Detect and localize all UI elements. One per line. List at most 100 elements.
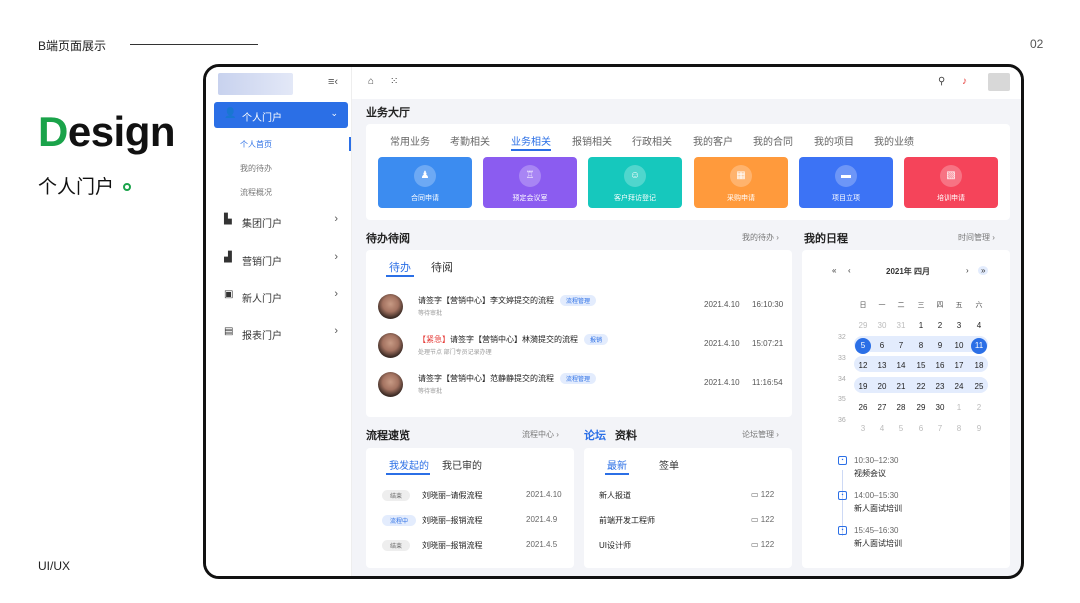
sidebar-subitem-todo[interactable]: 我的待办 bbox=[240, 163, 272, 174]
tab-reimburse[interactable]: 报销相关 bbox=[572, 133, 612, 148]
materials-title[interactable]: 资料 bbox=[615, 427, 637, 443]
apps-icon[interactable]: ⁙ bbox=[390, 76, 398, 87]
process-name[interactable]: 刘晓丽–请假流程 bbox=[422, 490, 482, 501]
calendar-day[interactable]: 1 bbox=[912, 318, 930, 334]
todo-row[interactable]: 请签字【营销中心】范静静提交的流程 流程管理 等待审批 2021.4.10 11:… bbox=[366, 370, 792, 406]
calendar-day[interactable]: 16 bbox=[931, 358, 949, 374]
calendar-day[interactable]: 8 bbox=[912, 338, 930, 354]
calendar-day[interactable]: 21 bbox=[892, 379, 910, 395]
calendar-day[interactable]: 30 bbox=[873, 318, 891, 334]
calendar-day[interactable]: 5 bbox=[855, 338, 871, 354]
calendar-day[interactable]: 18 bbox=[970, 358, 988, 374]
calendar-day[interactable]: 24 bbox=[950, 379, 968, 395]
calendar-day[interactable]: 14 bbox=[892, 358, 910, 374]
link-label: 时间管理 bbox=[958, 233, 990, 242]
calendar-day[interactable]: 25 bbox=[970, 379, 988, 395]
calendar-day[interactable]: 28 bbox=[892, 400, 910, 416]
sidebar-item-newcomer[interactable]: ▣ 新人门户 › bbox=[214, 285, 348, 307]
calendar-day[interactable]: 2 bbox=[970, 400, 988, 416]
calendar-day[interactable]: 26 bbox=[854, 400, 872, 416]
calendar-day[interactable]: 11 bbox=[971, 338, 987, 354]
sidebar-item-marketing[interactable]: ▟ 营销门户 › bbox=[214, 248, 348, 270]
tab-latest[interactable]: 最新 bbox=[607, 457, 627, 472]
sidebar-item-personal-portal[interactable]: 👤 个人门户 ⌄ bbox=[214, 102, 348, 128]
calendar-day[interactable]: 20 bbox=[873, 379, 891, 395]
prev-month-icon[interactable]: ‹ bbox=[848, 266, 851, 275]
tile-client-visit[interactable]: ☺ 客户拜访登记 bbox=[588, 157, 682, 208]
tab-common[interactable]: 常用业务 bbox=[390, 133, 430, 148]
calendar-day[interactable]: 12 bbox=[854, 358, 872, 374]
sidebar-item-report[interactable]: ▤ 报表门户 › bbox=[214, 322, 348, 344]
todo-row[interactable]: 请签字【营销中心】李文婷提交的流程 流程管理 等待审批 2021.4.10 16:… bbox=[366, 292, 792, 328]
calendar-day[interactable]: 3 bbox=[854, 421, 872, 437]
calendar-day[interactable]: 27 bbox=[873, 400, 891, 416]
process-center-link[interactable]: 流程中心 › bbox=[522, 429, 559, 440]
forum-title[interactable]: 论坛 bbox=[584, 427, 606, 443]
calendar-day[interactable]: 9 bbox=[931, 338, 949, 354]
tile-book-room[interactable]: ♖ 预定会议室 bbox=[483, 157, 577, 208]
calendar-day[interactable]: 29 bbox=[854, 318, 872, 334]
tab-attendance[interactable]: 考勤相关 bbox=[450, 133, 490, 148]
process-name[interactable]: 刘晓丽–报销流程 bbox=[422, 540, 482, 551]
tab-signed[interactable]: 签单 bbox=[659, 457, 679, 472]
collapse-menu-icon[interactable]: ≡‹ bbox=[328, 76, 338, 88]
process-name[interactable]: 刘晓丽–报销流程 bbox=[422, 515, 482, 526]
calendar-day[interactable]: 22 bbox=[912, 379, 930, 395]
tab-business[interactable]: 业务相关 bbox=[511, 133, 551, 148]
tab-toread[interactable]: 待阅 bbox=[431, 259, 453, 275]
sidebar-item-group[interactable]: ▙ 集团门户 › bbox=[214, 210, 348, 232]
calendar-day[interactable]: 17 bbox=[950, 358, 968, 374]
prev-year-icon[interactable]: « bbox=[832, 266, 836, 275]
tile-purchase[interactable]: ▦ 采购申请 bbox=[694, 157, 788, 208]
forum-management-link[interactable]: 论坛管理 › bbox=[742, 429, 779, 440]
sidebar-subitem-home[interactable]: 个人首页 bbox=[240, 139, 272, 150]
calendar-day[interactable]: 10 bbox=[950, 338, 968, 354]
calendar-day[interactable]: 30 bbox=[931, 400, 949, 416]
calendar-day[interactable]: 2 bbox=[931, 318, 949, 334]
comment-icon: ▭ bbox=[751, 515, 759, 524]
avatar[interactable] bbox=[988, 73, 1010, 91]
calendar-day[interactable]: 1 bbox=[950, 400, 968, 416]
bell-icon[interactable]: ♪ bbox=[962, 76, 967, 87]
todo-title-text: 请签字【营销中心】李文婷提交的流程 bbox=[418, 296, 554, 305]
tab-initiated[interactable]: 我发起的 bbox=[389, 457, 429, 472]
sidebar-subitem-process[interactable]: 流程概况 bbox=[240, 187, 272, 198]
calendar-day[interactable]: 15 bbox=[912, 358, 930, 374]
calendar-day[interactable]: 5 bbox=[892, 421, 910, 437]
todo-row[interactable]: 【紧急】请签字【营销中心】林漪提交的流程 报销 处理节点 部门专员记录办理 202… bbox=[366, 331, 792, 367]
calendar-day[interactable]: 7 bbox=[892, 338, 910, 354]
calendar-day[interactable]: 8 bbox=[950, 421, 968, 437]
next-month-icon[interactable]: › bbox=[966, 266, 969, 275]
tab-customers[interactable]: 我的客户 bbox=[693, 133, 733, 148]
calendar-day[interactable]: 7 bbox=[931, 421, 949, 437]
home-icon[interactable]: ⌂ bbox=[368, 76, 374, 87]
tab-admin[interactable]: 行政相关 bbox=[632, 133, 672, 148]
tab-reviewed[interactable]: 我已审的 bbox=[442, 457, 482, 472]
calendar-day[interactable]: 6 bbox=[912, 421, 930, 437]
time-management-link[interactable]: 时间管理 › bbox=[958, 232, 995, 243]
next-year-icon[interactable]: » bbox=[978, 266, 989, 275]
forum-topic[interactable]: UI设计师 bbox=[599, 540, 631, 551]
todo-subtitle: 等待审批 bbox=[418, 311, 443, 317]
tile-contract-apply[interactable]: ♟ 合同申请 bbox=[378, 157, 472, 208]
calendar-day[interactable]: 19 bbox=[854, 379, 872, 395]
tile-project-init[interactable]: ▬ 项目立项 bbox=[799, 157, 893, 208]
calendar-day[interactable]: 4 bbox=[970, 318, 988, 334]
calendar-day[interactable]: 29 bbox=[912, 400, 930, 416]
tab-todo[interactable]: 待办 bbox=[389, 259, 411, 275]
tab-performance[interactable]: 我的业绩 bbox=[874, 133, 914, 148]
calendar-day[interactable]: 31 bbox=[892, 318, 910, 334]
search-icon[interactable]: ⚲ bbox=[938, 76, 945, 87]
calendar-day[interactable]: 13 bbox=[873, 358, 891, 374]
calendar-day[interactable]: 3 bbox=[950, 318, 968, 334]
calendar-day[interactable]: 9 bbox=[970, 421, 988, 437]
calendar-day[interactable]: 6 bbox=[873, 338, 891, 354]
tab-projects[interactable]: 我的项目 bbox=[814, 133, 854, 148]
forum-topic[interactable]: 前端开发工程师 bbox=[599, 515, 655, 526]
tile-training[interactable]: ▧ 培训申请 bbox=[904, 157, 998, 208]
forum-topic[interactable]: 新人报道 bbox=[599, 490, 631, 501]
calendar-day[interactable]: 23 bbox=[931, 379, 949, 395]
my-todo-link[interactable]: 我的待办 › bbox=[742, 232, 779, 243]
calendar-day[interactable]: 4 bbox=[873, 421, 891, 437]
tab-contracts[interactable]: 我的合同 bbox=[753, 133, 793, 148]
